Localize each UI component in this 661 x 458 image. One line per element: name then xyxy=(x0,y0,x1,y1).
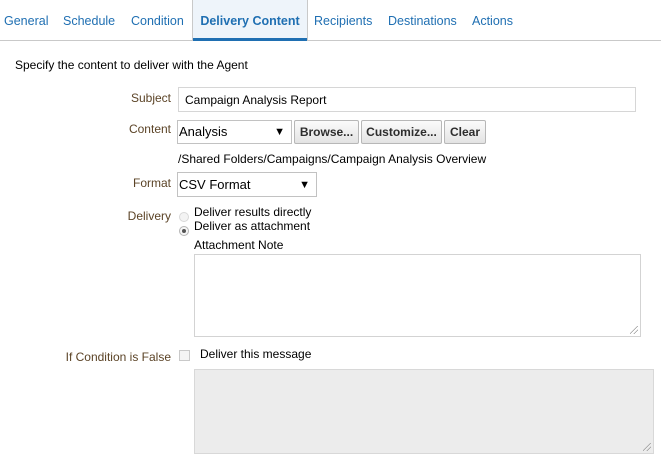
deliver-directly-label: Deliver results directly xyxy=(194,205,312,219)
resize-grip-icon[interactable] xyxy=(630,326,638,334)
condition-message-textarea xyxy=(194,369,654,454)
attachment-note-textarea[interactable] xyxy=(194,254,641,337)
content-label: Content xyxy=(128,122,171,136)
chevron-down-icon: ▼ xyxy=(299,179,310,191)
deliver-message-label: Deliver this message xyxy=(200,347,312,361)
resize-grip-icon xyxy=(643,443,651,451)
tab-recipients[interactable]: Recipients xyxy=(314,0,372,40)
tab-bar: General Schedule Condition Delivery Cont… xyxy=(0,0,661,41)
tab-schedule[interactable]: Schedule xyxy=(63,0,115,40)
chevron-down-icon: ▼ xyxy=(274,126,285,138)
deliver-attachment-radio[interactable] xyxy=(179,226,189,236)
deliver-directly-radio[interactable] xyxy=(179,212,189,222)
tab-delivery-content[interactable]: Delivery Content xyxy=(192,0,308,41)
deliver-attachment-label: Deliver as attachment xyxy=(194,219,311,233)
tab-destinations[interactable]: Destinations xyxy=(388,0,457,40)
tab-general[interactable]: General xyxy=(4,0,48,40)
content-type-value: Analysis xyxy=(179,124,228,139)
attachment-note-label: Attachment Note xyxy=(194,238,284,252)
format-select[interactable]: CSV Format ▼ xyxy=(177,172,317,197)
format-label: Format xyxy=(132,176,171,190)
format-value: CSV Format xyxy=(179,177,251,192)
condition-false-label: If Condition is False xyxy=(65,350,171,364)
customize-button[interactable]: Customize... xyxy=(361,120,442,144)
clear-button[interactable]: Clear xyxy=(444,120,486,144)
intro-text: Specify the content to deliver with the … xyxy=(15,58,248,72)
content-type-select[interactable]: Analysis ▼ xyxy=(177,120,292,144)
delivery-label: Delivery xyxy=(127,209,171,223)
content-path: /Shared Folders/Campaigns/Campaign Analy… xyxy=(178,152,487,166)
tab-condition[interactable]: Condition xyxy=(131,0,184,40)
tab-actions[interactable]: Actions xyxy=(472,0,513,40)
subject-input[interactable] xyxy=(178,87,636,112)
subject-label: Subject xyxy=(130,91,171,105)
deliver-message-checkbox[interactable] xyxy=(179,350,190,361)
browse-button[interactable]: Browse... xyxy=(294,120,359,144)
